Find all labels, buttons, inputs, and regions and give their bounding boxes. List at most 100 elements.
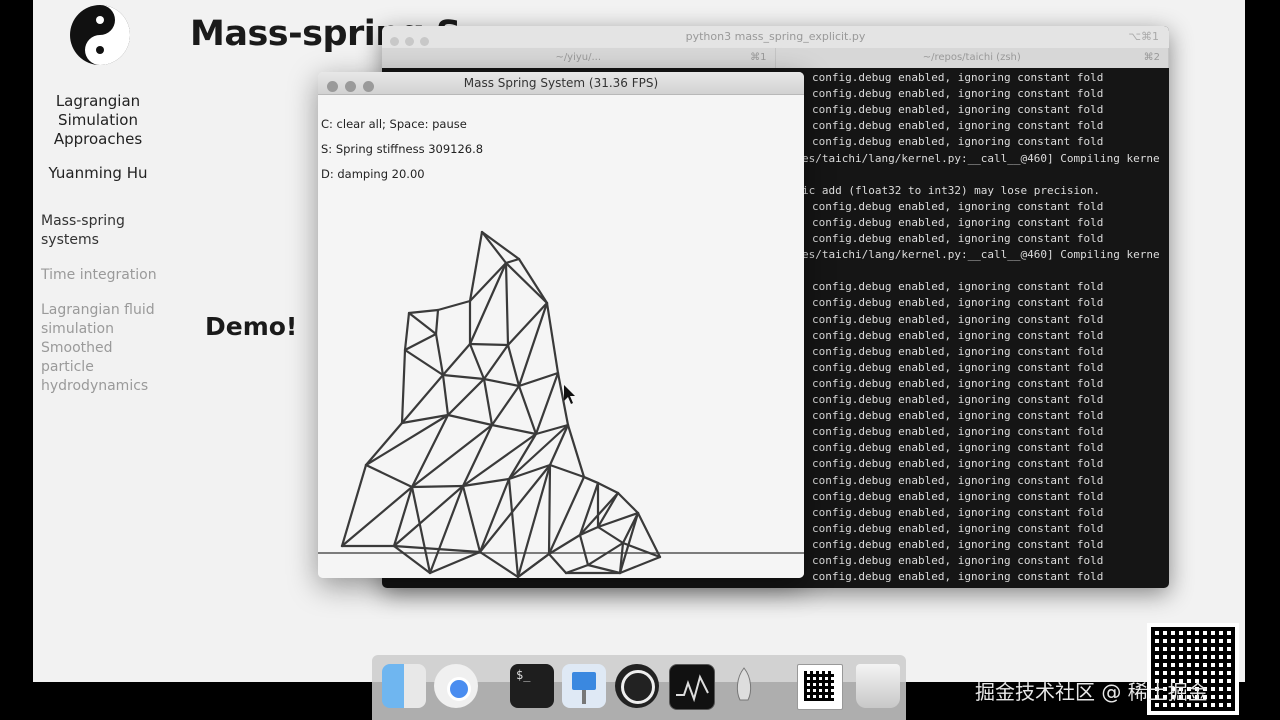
terminal-line: config.debug enabled, ignoring constant … [812,296,1104,310]
spring-line [446,377,486,417]
minimize-button[interactable] [345,81,356,92]
terminal-line: config.debug enabled, ignoring constant … [812,441,1104,455]
spring-line [340,485,414,548]
spring-line [564,563,590,575]
terminal-tabs: ~/yiyu/... ⌘1 ~/repos/taichi (zsh) ⌘2 [382,48,1169,68]
spring-line [461,484,482,554]
launchpad-icon[interactable] [722,664,766,708]
zoom-button[interactable] [420,37,429,46]
spring-line [548,463,586,479]
terminal-line: config.debug enabled, ignoring constant … [812,393,1104,406]
spring-line [403,332,438,352]
spring-line [446,413,494,427]
spring-line [547,463,552,556]
spring-line [506,301,549,347]
terminal-line: config.debug enabled, ignoring constant … [812,425,1104,439]
mass-spring-window[interactable]: Mass Spring System (31.36 FPS) C: clear … [318,72,804,578]
nav-line: Time integration [41,267,157,283]
spring-line [517,371,560,388]
terminal-icon[interactable]: $_ [510,664,554,708]
sidebar-title: Lagrangian Simulation Approaches [33,92,163,149]
trash-icon[interactable] [856,664,900,708]
spring-line [364,463,414,489]
spring-line [478,550,520,578]
activity-monitor-icon[interactable] [669,664,715,710]
spring-line [441,373,450,417]
spring-line [490,384,521,427]
mass-spring-titlebar[interactable]: Mass Spring System (31.36 FPS) [318,72,804,95]
taichi-logo-icon [70,5,130,65]
obs-icon[interactable] [615,664,659,708]
nav-item-mass-spring[interactable]: Mass-spring systems [41,212,171,250]
spring-line [468,342,486,381]
keynote-icon[interactable] [562,664,606,708]
terminal-line: config.debug enabled, ignoring constant … [812,312,1104,326]
nav-item-time-integration[interactable]: Time integration [41,266,171,285]
terminal-tab[interactable]: ~/yiyu/... ⌘1 [382,48,776,68]
spring-line [578,533,590,567]
spring-line [504,257,521,265]
nav-line: simulation [41,321,114,337]
nav-item-sph[interactable]: Smoothed particle hydrodynamics [41,339,171,396]
terminal-line: config.debug enabled, ignoring constant … [812,232,1104,245]
terminal-line: config.debug enabled, ignoring constant … [812,376,1104,390]
zoom-button[interactable] [363,81,374,92]
spring-line [516,463,552,578]
close-button[interactable] [327,81,338,92]
terminal-line: config.debug enabled, ignoring constant … [812,489,1104,503]
spring-line [507,477,520,578]
sidebar-title-line: Simulation [58,111,138,129]
spring-line [596,481,620,495]
spring-line [547,552,568,575]
spring-line [441,342,472,377]
nav-line: Lagrangian fluid [41,302,155,318]
terminal-line: config.debug enabled, ignoring constant … [812,537,1104,551]
nav-line: particle [41,359,94,375]
spring-line [434,308,440,336]
spring-line [468,342,510,347]
terminal-line: config.debug enabled, ignoring constant … [812,521,1104,535]
spring-line [556,371,570,427]
terminal-line: config.debug enabled, ignoring constant … [812,344,1104,358]
spring-line [545,301,560,375]
spring-line [403,348,445,377]
nav-item-lagrangian-fluid[interactable]: Lagrangian fluid simulation [41,301,171,339]
terminal-line: config.debug enabled, ignoring constant … [812,199,1104,213]
spring-line [566,423,586,479]
close-button[interactable] [390,37,399,46]
sidebar-title-line: Approaches [53,130,143,148]
terminal-line: config.debug enabled, ignoring constant … [812,103,1104,117]
terminal-line: config.debug enabled, ignoring constant … [812,409,1104,423]
spring-line [548,423,570,467]
terminal-titlebar[interactable]: python3 mass_spring_explicit.py ⌥⌘1 [382,26,1169,48]
spring-line [586,563,622,575]
spring-line [441,373,486,381]
terminal-line: config.debug enabled, ignoring constant … [812,473,1104,487]
nav-line: systems [41,232,99,248]
sidebar-title-line: Lagrangian [55,92,141,110]
spring-line [482,377,521,388]
tab-label: ~/repos/taichi (zsh) [922,52,1021,63]
terminal-line: es/taichi/lang/kernel.py:__call__@460] C… [802,151,1160,165]
tab-label: ~/yiyu/... [555,52,602,63]
terminal-line: config.debug enabled, ignoring constant … [812,87,1104,101]
simulation-canvas[interactable]: C: clear all; Space: pause S: Spring sti… [318,95,804,578]
spring-line [616,491,640,515]
spring-line [392,544,482,554]
finder-icon[interactable] [382,664,426,708]
terminal-tab[interactable]: ~/repos/taichi (zsh) ⌘2 [776,48,1169,68]
minimize-button[interactable] [405,37,414,46]
terminal-line: config.debug enabled, ignoring constant … [812,554,1104,567]
spring-line [478,477,511,554]
spring-line [618,555,662,575]
spring-line [340,463,368,548]
terminal-line: ic add (float32 to int32) may lose preci… [802,183,1101,197]
chrome-icon[interactable] [434,664,478,708]
mouse-cursor-icon [564,385,575,404]
spring-line [482,377,494,427]
watermark: 掘金技术社区 @ 稀土掘金 [975,680,1208,704]
spring-line [400,373,445,425]
qr-icon[interactable] [797,664,843,710]
nav-line: Mass-spring [41,213,125,229]
terminal-line: config.debug enabled, ignoring constant … [812,119,1104,133]
